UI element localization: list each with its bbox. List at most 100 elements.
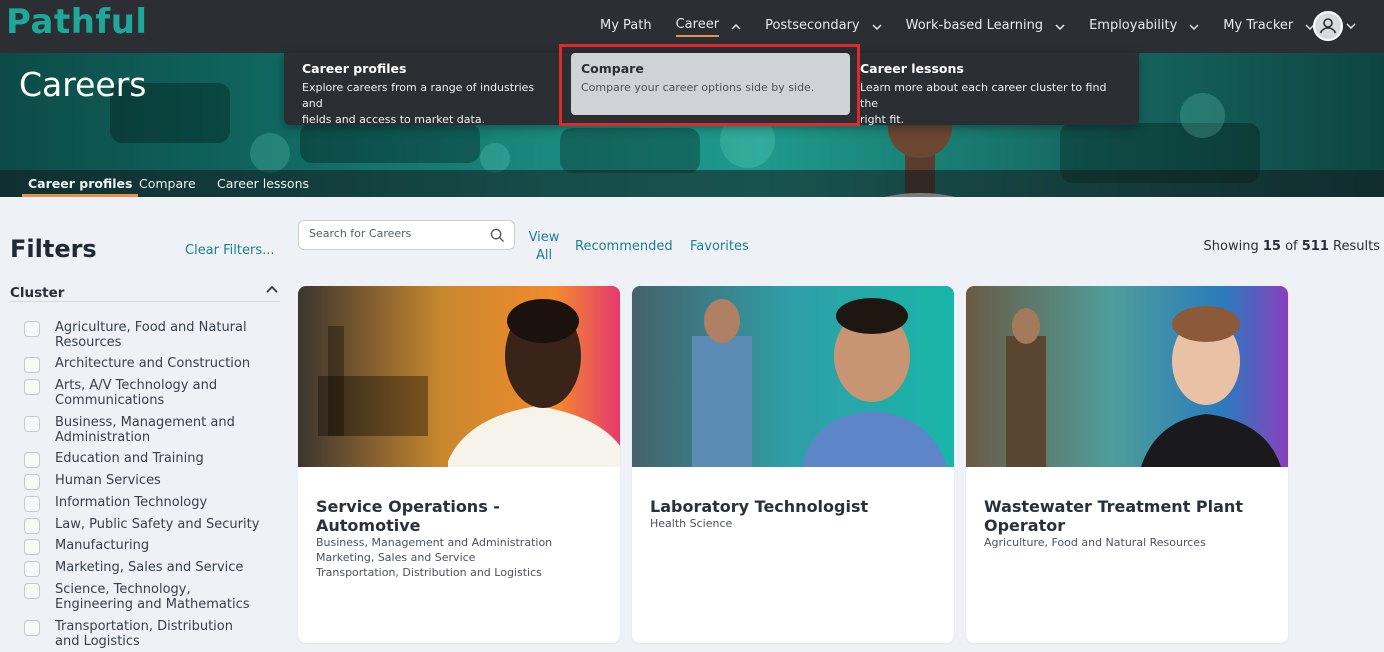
cluster-label: Cluster bbox=[10, 285, 65, 301]
checkbox[interactable] bbox=[24, 321, 40, 337]
cluster-option[interactable]: Transportation, Distribution and Logisti… bbox=[24, 619, 260, 649]
nav-postsecondary[interactable]: Postsecondary bbox=[765, 18, 882, 36]
nav-label: Work-based Learning bbox=[905, 17, 1044, 33]
chevron-down-icon bbox=[1055, 23, 1065, 30]
results-of: of bbox=[1285, 239, 1298, 254]
menu-item-description: right fit. bbox=[860, 113, 905, 126]
checkbox[interactable] bbox=[24, 561, 40, 577]
cluster-option[interactable]: Law, Public Safety and Security bbox=[24, 517, 260, 534]
menu-item-description: Compare your career options side by side… bbox=[581, 81, 815, 94]
results-count: Showing 15 of 511 Results bbox=[1204, 239, 1380, 254]
nav-career[interactable]: Career bbox=[675, 17, 741, 37]
nav-my-path[interactable]: My Path bbox=[600, 18, 652, 36]
career-card-image bbox=[298, 286, 620, 467]
chevron-down-icon bbox=[1346, 23, 1356, 30]
cluster-option-label: Education and Training bbox=[55, 451, 204, 466]
career-search-box bbox=[298, 220, 515, 250]
nav-work-based-learning[interactable]: Work-based Learning bbox=[906, 18, 1065, 36]
menu-item-title: Career profiles bbox=[302, 61, 407, 76]
chevron-down-icon bbox=[1189, 23, 1199, 30]
tab-career-profiles[interactable]: Career profiles bbox=[21, 176, 139, 197]
cluster-option[interactable]: Architecture and Construction bbox=[24, 356, 260, 373]
career-cluster: Transportation, Distribution and Logisti… bbox=[316, 566, 542, 579]
cluster-option[interactable]: Marketing, Sales and Service bbox=[24, 560, 260, 577]
hero-bokeh bbox=[250, 133, 290, 173]
page-title: Careers bbox=[19, 65, 147, 104]
cluster-option-label: Business, Management and Administration bbox=[55, 415, 235, 445]
career-cluster: Business, Management and Administration bbox=[316, 536, 553, 549]
career-title: Service Operations - Automotive bbox=[316, 497, 500, 535]
cluster-section-header[interactable]: Cluster bbox=[10, 282, 280, 302]
filters-heading: Filters bbox=[10, 235, 97, 263]
checkbox[interactable] bbox=[24, 583, 40, 599]
favorites-filter[interactable]: Favorites bbox=[690, 238, 749, 256]
menu-item-description: Explore careers from a range of industri… bbox=[302, 81, 535, 110]
nav-label: Employability bbox=[1089, 17, 1178, 33]
checkbox[interactable] bbox=[24, 474, 40, 490]
search-input[interactable] bbox=[309, 227, 484, 240]
clear-filters-link[interactable]: Clear Filters... bbox=[185, 243, 275, 258]
career-cluster: Agriculture, Food and Natural Resources bbox=[984, 536, 1206, 549]
career-dropdown-menu: Career profiles Explore careers from a r… bbox=[284, 53, 1139, 126]
user-menu-button[interactable] bbox=[1313, 11, 1356, 41]
checkbox[interactable] bbox=[24, 518, 40, 534]
hero-bokeh bbox=[480, 143, 510, 173]
search-icon[interactable] bbox=[490, 228, 505, 243]
tab-career-lessons[interactable]: Career lessons bbox=[217, 176, 309, 191]
career-card-body: Laboratory Technologist Health Science bbox=[650, 497, 940, 531]
recommended-filter[interactable]: Recommended bbox=[575, 238, 673, 256]
menu-item-career-profiles[interactable]: Career profiles Explore careers from a r… bbox=[292, 53, 562, 126]
tab-compare[interactable]: Compare bbox=[139, 176, 196, 191]
menu-item-career-lessons[interactable]: Career lessons Learn more about each car… bbox=[850, 53, 1135, 126]
menu-item-title: Career lessons bbox=[860, 61, 964, 76]
cluster-option-label: Arts, A/V Technology and Communications bbox=[55, 378, 218, 408]
checkbox[interactable] bbox=[24, 496, 40, 512]
checkbox[interactable] bbox=[24, 416, 40, 432]
checkbox[interactable] bbox=[24, 379, 40, 395]
chevron-down-icon bbox=[872, 23, 882, 30]
nav-my-tracker[interactable]: My Tracker bbox=[1223, 18, 1315, 36]
cluster-option[interactable]: Business, Management and Administration bbox=[24, 415, 260, 445]
career-card[interactable]: Service Operations - Automotive Business… bbox=[298, 286, 620, 643]
main-nav: My Path Career Postsecondary Work-based … bbox=[600, 0, 1339, 53]
cluster-option[interactable]: Manufacturing bbox=[24, 538, 260, 555]
checkbox[interactable] bbox=[24, 620, 40, 636]
chevron-up-icon bbox=[731, 23, 741, 30]
view-all-filter[interactable]: View All bbox=[528, 229, 560, 265]
career-card-body: Wastewater Treatment Plant Operator Agri… bbox=[984, 497, 1274, 550]
cluster-option[interactable]: Arts, A/V Technology and Communications bbox=[24, 378, 260, 408]
cluster-option[interactable]: Agriculture, Food and Natural Resources bbox=[24, 320, 260, 350]
career-title: Wastewater Treatment Plant Operator bbox=[984, 497, 1243, 535]
cluster-option-label: Marketing, Sales and Service bbox=[55, 560, 244, 575]
user-avatar-icon bbox=[1313, 11, 1343, 41]
menu-item-compare[interactable]: Compare Compare your career options side… bbox=[571, 53, 850, 115]
chevron-up-icon bbox=[266, 285, 278, 293]
pathful-logo[interactable]: Pathful bbox=[6, 2, 148, 42]
results-suffix: Results bbox=[1333, 239, 1380, 254]
cluster-option-label: Information Technology bbox=[55, 495, 208, 510]
top-nav-bar: Pathful My Path Career Postsecondary Wor… bbox=[0, 0, 1384, 53]
cluster-option-label: Manufacturing bbox=[55, 538, 150, 553]
cluster-option[interactable]: Human Services bbox=[24, 473, 260, 490]
checkbox[interactable] bbox=[24, 357, 40, 373]
cluster-option[interactable]: Education and Training bbox=[24, 451, 260, 468]
nav-label: My Tracker bbox=[1223, 17, 1294, 33]
career-card[interactable]: Laboratory Technologist Health Science bbox=[632, 286, 954, 643]
menu-item-description: Learn more about each career cluster to … bbox=[860, 81, 1107, 110]
hero-background-shape bbox=[560, 128, 700, 173]
checkbox[interactable] bbox=[24, 452, 40, 468]
checkbox[interactable] bbox=[24, 539, 40, 555]
cluster-option[interactable]: Science, Technology, Engineering and Mat… bbox=[24, 582, 260, 612]
career-card[interactable]: Wastewater Treatment Plant Operator Agri… bbox=[966, 286, 1288, 643]
career-card-body: Service Operations - Automotive Business… bbox=[316, 497, 606, 580]
cluster-option[interactable]: Information Technology bbox=[24, 495, 260, 512]
nav-label: Career bbox=[675, 17, 720, 37]
cluster-option-label: Architecture and Construction bbox=[55, 356, 251, 371]
results-shown: 15 bbox=[1262, 239, 1281, 254]
cluster-option-label: Transportation, Distribution and Logisti… bbox=[55, 619, 233, 649]
career-card-image bbox=[966, 286, 1288, 467]
nav-label: Postsecondary bbox=[765, 17, 860, 33]
results-total: 511 bbox=[1301, 239, 1329, 254]
career-subtabs: Career profiles Compare Career lessons bbox=[0, 170, 1384, 197]
nav-employability[interactable]: Employability bbox=[1089, 18, 1199, 36]
